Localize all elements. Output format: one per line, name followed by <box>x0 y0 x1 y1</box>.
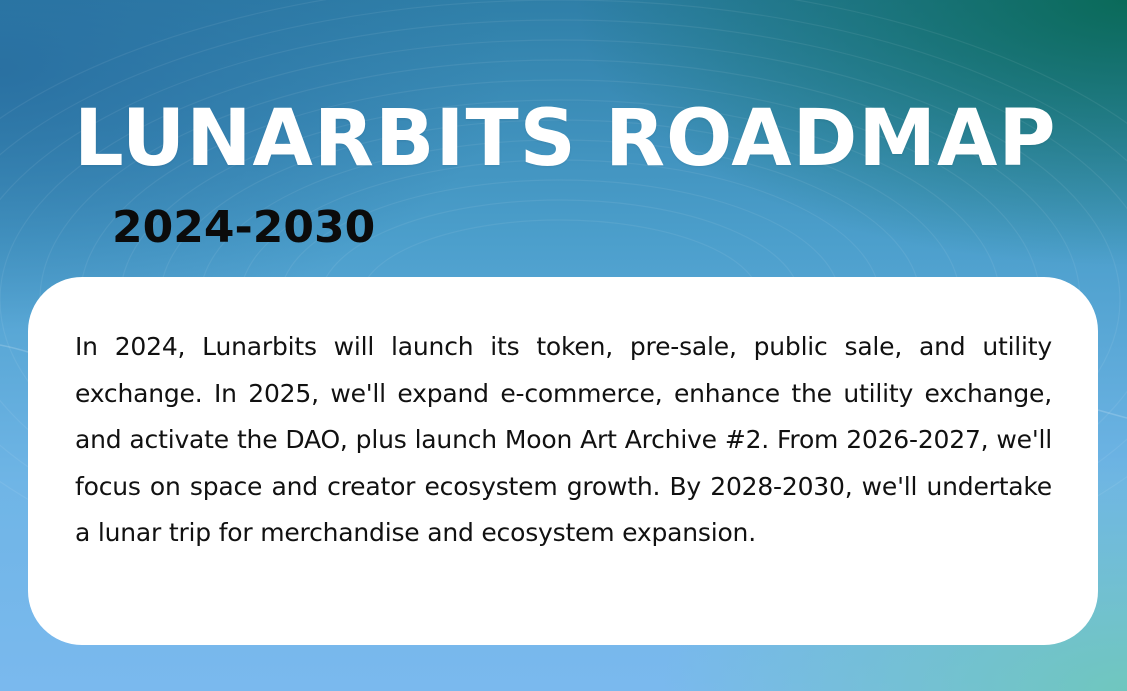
roadmap-years: 2024-2030 <box>112 202 376 253</box>
page-title: LUNARBITS ROADMAP <box>74 94 1057 184</box>
roadmap-card: In 2024, Lunarbits will launch its token… <box>28 277 1098 645</box>
roadmap-description: In 2024, Lunarbits will launch its token… <box>75 332 1052 547</box>
